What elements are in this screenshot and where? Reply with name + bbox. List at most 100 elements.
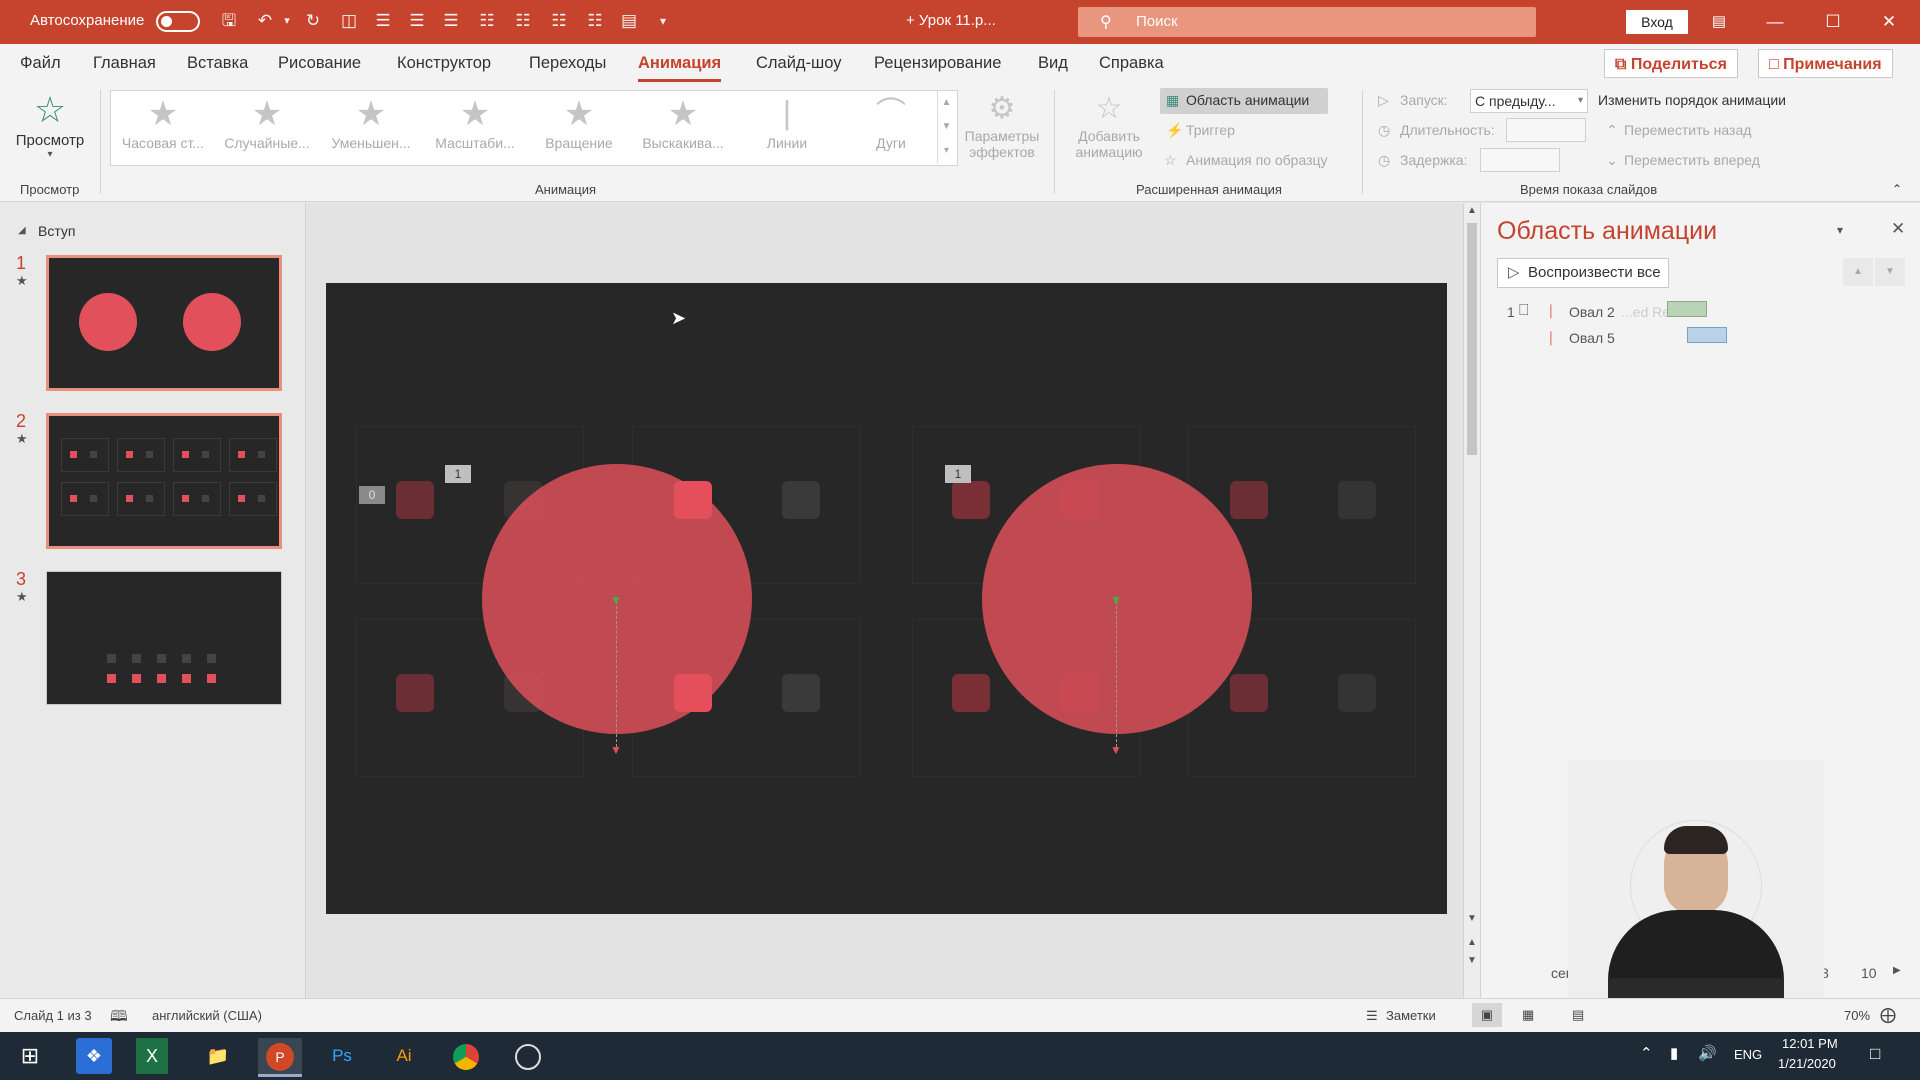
grid-square[interactable]	[396, 481, 434, 519]
volume-icon[interactable]: 🔊	[1698, 1044, 1717, 1062]
comments-button[interactable]: □ Примечания	[1758, 49, 1893, 78]
grid-square[interactable]	[396, 674, 434, 712]
customize-qat-icon[interactable]: ▾	[652, 10, 674, 32]
grid-square[interactable]	[782, 674, 820, 712]
tab-animations[interactable]: Анимация	[638, 54, 722, 82]
add-animation-button[interactable]: ☆ Добавить анимацию	[1064, 90, 1154, 170]
grid-square[interactable]	[1338, 481, 1376, 519]
align-right-icon[interactable]: ☰	[440, 10, 462, 32]
dropbox-icon[interactable]: ❖	[76, 1038, 112, 1074]
powerpoint-icon[interactable]: P	[258, 1038, 302, 1077]
windows-start-icon[interactable]: ⊞	[8, 1038, 52, 1074]
grid-square[interactable]	[782, 481, 820, 519]
normal-view-icon[interactable]: ▣	[1472, 1003, 1502, 1027]
anim-shrink[interactable]: ★ Уменьшен...	[319, 91, 423, 163]
move-earlier-button[interactable]: Переместить назад	[1624, 122, 1751, 138]
anim-bounce[interactable]: ★ Выскакива...	[631, 91, 735, 163]
anim-timing-bar[interactable]	[1667, 301, 1707, 317]
timeline-next-icon[interactable]: ▶	[1893, 965, 1901, 976]
redo-icon[interactable]: ↻	[302, 10, 324, 32]
move-later-button[interactable]: Переместить вперед	[1624, 152, 1760, 168]
sorter-view-icon[interactable]: ▦	[1522, 1007, 1534, 1023]
tab-insert[interactable]: Вставка	[187, 54, 248, 73]
grid-square[interactable]	[1230, 481, 1268, 519]
distribute-icon[interactable]: ☷	[584, 10, 606, 32]
autosave-toggle[interactable]	[156, 11, 200, 32]
align-center-icon[interactable]: ☰	[406, 10, 428, 32]
pane-options-icon[interactable]: ▾	[1837, 223, 1843, 237]
anim-item-name[interactable]: Овал 5	[1569, 330, 1615, 346]
input-language[interactable]: ENG	[1734, 1047, 1762, 1062]
trigger-button[interactable]: Триггер	[1186, 122, 1235, 138]
scroll-up-icon[interactable]: ▲	[1467, 205, 1477, 216]
maximize-icon[interactable]: ☐	[1810, 8, 1856, 36]
anim-item-name[interactable]: Овал 2	[1569, 304, 1615, 320]
align-bottom-icon[interactable]: ☷	[548, 10, 570, 32]
tab-transitions[interactable]: Переходы	[529, 54, 606, 73]
undo-dropdown-icon[interactable]: ▾	[276, 10, 298, 32]
start-select[interactable]: С предыду... ▾	[1470, 89, 1588, 113]
motion-path[interactable]	[616, 601, 617, 747]
prev-slide-icon[interactable]: ▲	[1467, 937, 1477, 948]
slide-thumbnail-1[interactable]	[46, 255, 282, 391]
reading-view-icon[interactable]: ▤	[1572, 1007, 1584, 1023]
animation-tag[interactable]: 1	[945, 465, 971, 483]
slide-canvas[interactable]: ▼ ▼ ▼ ▼ 0 1 1	[326, 283, 1447, 914]
grid-square[interactable]	[952, 674, 990, 712]
anim-zoom[interactable]: ★ Масштаби...	[423, 91, 527, 163]
play-all-button[interactable]: ▷ Воспроизвести все	[1497, 258, 1669, 288]
anim-wheel[interactable]: ★ Часовая ст...	[111, 91, 215, 163]
slide-thumbnail-2[interactable]	[46, 413, 282, 549]
animation-tag[interactable]: 0	[359, 486, 385, 504]
tab-file[interactable]: Файл	[20, 54, 61, 73]
show-hidden-icons[interactable]: ⌃	[1640, 1044, 1653, 1062]
anim-lines[interactable]: ❘ Линии	[735, 91, 839, 163]
anim-timing-bar[interactable]	[1687, 327, 1727, 343]
motion-path[interactable]	[1116, 601, 1117, 747]
grid-square[interactable]	[1230, 674, 1268, 712]
share-button[interactable]: ⧉ Поделиться	[1604, 49, 1738, 78]
animation-tag[interactable]: 1	[445, 465, 471, 483]
tab-help[interactable]: Справка	[1099, 54, 1164, 73]
ribbon-display-icon[interactable]: ▤	[1696, 8, 1742, 36]
spellcheck-icon[interactable]: 🕮	[110, 1006, 128, 1031]
group-icon[interactable]: ▤	[618, 10, 640, 32]
present-icon[interactable]: ◫	[338, 10, 360, 32]
animation-pane-toggle[interactable]: ▦ Область анимации	[1160, 88, 1328, 114]
tab-design[interactable]: Конструктор	[397, 54, 491, 73]
grid-square[interactable]	[952, 481, 990, 519]
clock-date[interactable]: 1/21/2020	[1778, 1056, 1836, 1071]
obs-icon[interactable]	[506, 1038, 550, 1074]
scroll-down-icon[interactable]: ▼	[1467, 913, 1477, 924]
minimize-icon[interactable]: —	[1752, 8, 1798, 36]
slide-thumbnail-3[interactable]	[46, 571, 282, 705]
save-icon[interactable]: 🖫	[218, 10, 240, 32]
fit-slide-icon[interactable]: ⨁	[1880, 1005, 1896, 1025]
duration-input[interactable]	[1506, 118, 1586, 142]
delay-input[interactable]	[1480, 148, 1560, 172]
anim-random-bars[interactable]: ★ Случайные...	[215, 91, 319, 163]
tab-home[interactable]: Главная	[93, 54, 156, 73]
move-down-icon[interactable]: ▼	[1875, 258, 1905, 286]
align-middle-icon[interactable]: ☷	[512, 10, 534, 32]
animation-painter-button[interactable]: Анимация по образцу	[1186, 152, 1328, 168]
tab-slideshow[interactable]: Слайд-шоу	[756, 54, 842, 73]
chrome-icon[interactable]	[444, 1038, 488, 1074]
zoom-level[interactable]: 70%	[1844, 1008, 1870, 1023]
collapse-ribbon-icon[interactable]: ⌃	[1892, 182, 1902, 196]
notes-button[interactable]: Заметки	[1386, 1008, 1436, 1023]
scroll-thumb[interactable]	[1467, 223, 1477, 455]
language-indicator[interactable]: английский (США)	[152, 1008, 262, 1023]
tab-review[interactable]: Рецензирование	[874, 54, 1001, 73]
align-top-icon[interactable]: ☷	[476, 10, 498, 32]
grid-square[interactable]	[1338, 674, 1376, 712]
undo-icon[interactable]: ↶	[254, 10, 276, 32]
effect-options-button[interactable]: ⚙ Параметры эффектов	[960, 90, 1044, 170]
search-box[interactable]: ⚲ Поиск	[1078, 7, 1536, 37]
gallery-scroll[interactable]: ▲ ▼ ▾	[937, 91, 955, 163]
close-pane-icon[interactable]: ✕	[1891, 219, 1905, 239]
anim-spin[interactable]: ★ Вращение	[527, 91, 631, 163]
battery-icon[interactable]: ▮	[1670, 1044, 1678, 1062]
file-explorer-icon[interactable]: 📁	[196, 1038, 240, 1074]
next-slide-icon[interactable]: ▼	[1467, 955, 1477, 966]
